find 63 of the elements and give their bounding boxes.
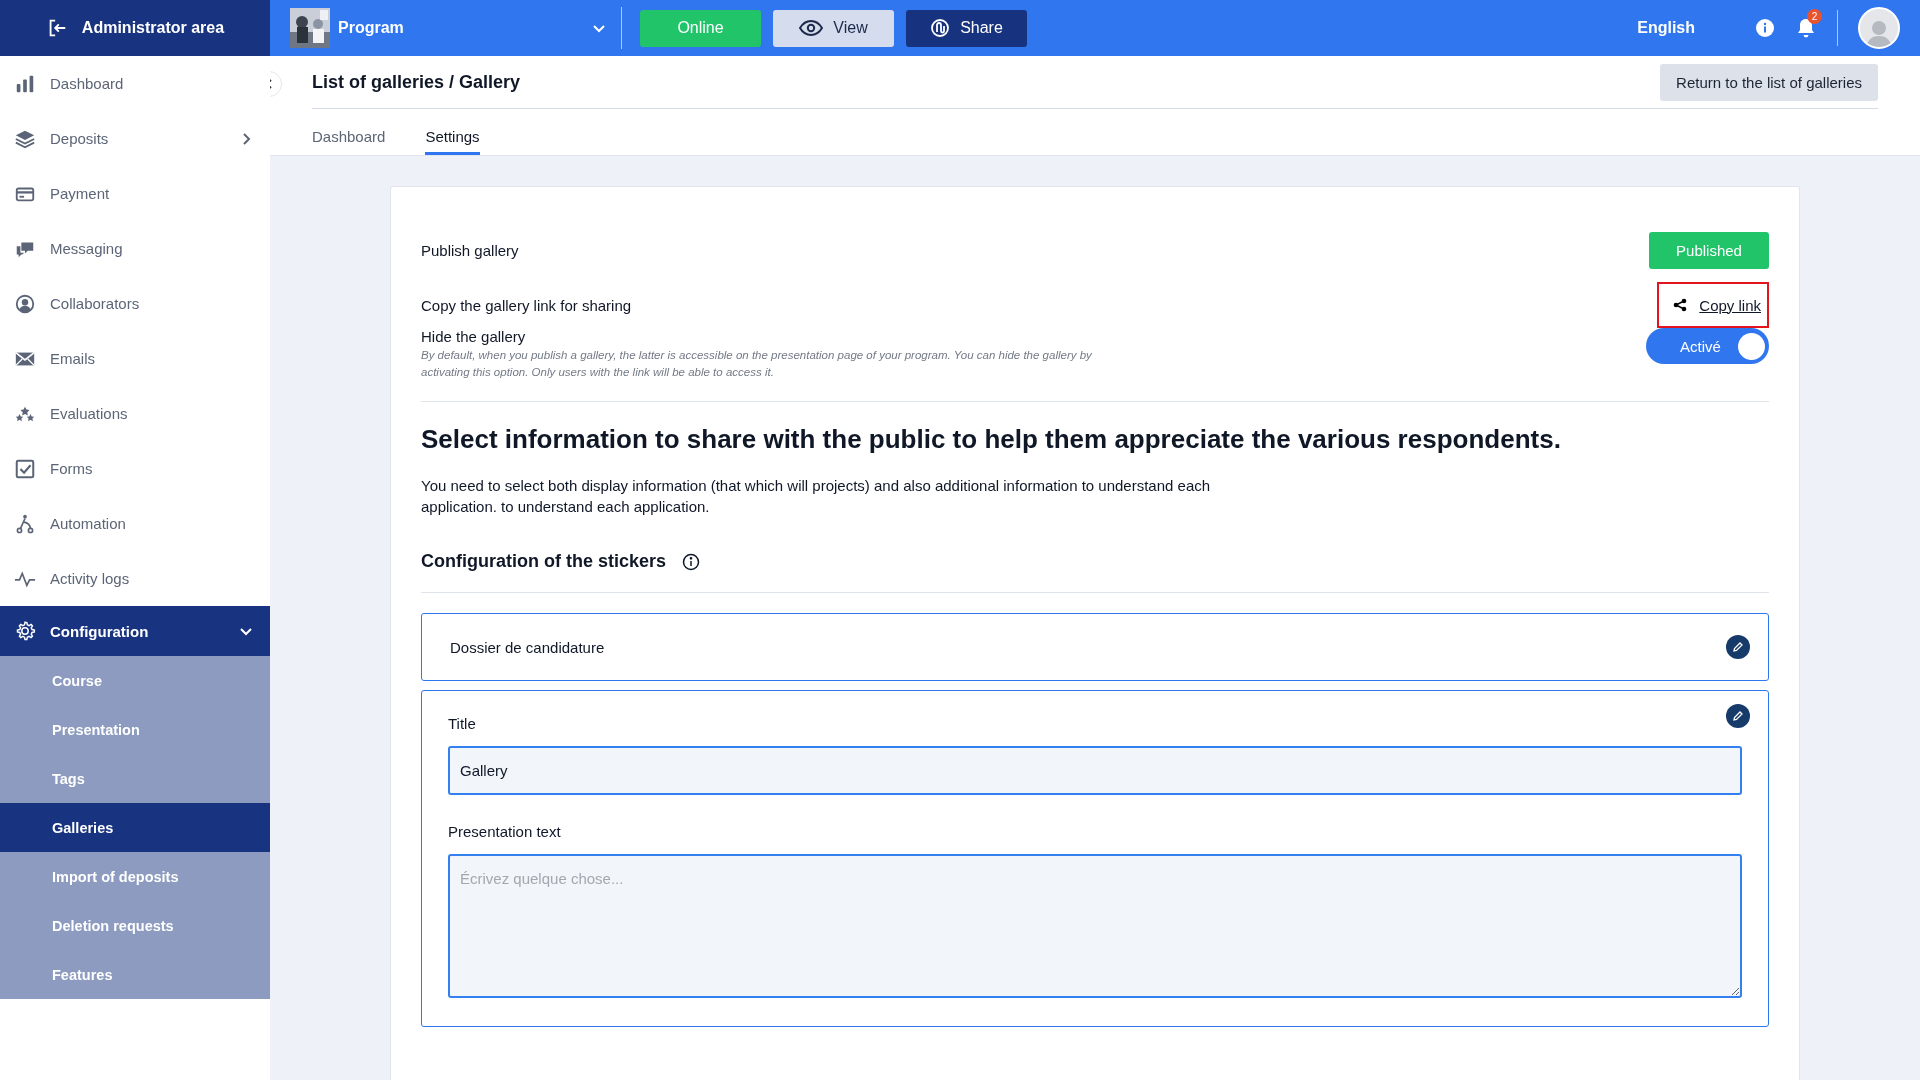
program-selector[interactable]: Program <box>270 7 622 49</box>
tab[interactable]: Dashboard <box>312 109 386 155</box>
text-area-field[interactable]: Écrivez quelque chose... <box>448 854 1742 998</box>
toggle-switch[interactable]: Activé <box>1646 328 1769 364</box>
sidebar-label: Activity logs <box>50 570 131 587</box>
sidebar-item[interactable]: Configuration <box>0 606 270 656</box>
sidebar-label: Payment <box>50 185 111 202</box>
sidebar-item[interactable]: Dashboard <box>0 56 270 111</box>
sidebar-label: Deposits <box>50 130 110 147</box>
subsection-heading: Configuration of the stickers <box>421 551 667 572</box>
admin-area-label: Administrator area <box>81 19 225 37</box>
sidebar-label: Forms <box>50 460 94 477</box>
tab[interactable]: Settings <box>425 109 480 155</box>
field-label: Title <box>448 715 477 732</box>
setting-label: Publish gallery <box>421 242 519 259</box>
avatar[interactable] <box>1858 7 1900 49</box>
sidebar-item[interactable]: Emails <box>0 331 270 386</box>
copy-link[interactable]: Copy link <box>1699 296 1761 314</box>
section-heading: Select information to share with the public to help them appreciate the various respondents. <box>421 424 1562 455</box>
info-icon[interactable] <box>682 552 701 571</box>
sidebar-label: Configuration <box>50 622 150 640</box>
sidebar-item[interactable]: Payment <box>0 166 270 221</box>
setting-label: Copy the gallery link for sharing <box>421 296 632 314</box>
sidebar-item[interactable]: Activity logs <box>0 551 270 606</box>
share-icon <box>930 18 951 38</box>
setting-label: Hide the gallery <box>421 328 527 345</box>
eye-icon <box>799 19 824 37</box>
user-circle-icon <box>14 292 36 315</box>
sidebar-label: Messaging <box>50 240 124 257</box>
language-selector[interactable]: English <box>1637 19 1695 37</box>
notification-badge: 2 <box>1807 9 1822 24</box>
sidebar-item[interactable]: Forms <box>0 441 270 496</box>
title-input-field[interactable]: Gallery <box>448 746 1742 795</box>
sidebar-item[interactable]: Automation <box>0 496 270 551</box>
bell-icon[interactable] <box>1797 18 1815 38</box>
sidebar-item[interactable]: Deposits <box>0 111 270 166</box>
sidebar-label: Collaborators <box>50 295 141 312</box>
page-title: List of galleries / Gallery <box>312 71 521 93</box>
share-icon <box>1673 298 1688 312</box>
sidebar-label: Automation <box>50 515 127 532</box>
sidebar-item[interactable]: Messaging <box>0 221 270 276</box>
sidebar-label: Dashboard <box>50 75 125 92</box>
settings-icon <box>14 620 36 642</box>
share-button[interactable]: Share <box>906 9 1027 47</box>
sidebar-label: Evaluations <box>50 405 129 422</box>
sidebar-label: Emails <box>50 350 96 367</box>
admin-area-bar[interactable]: Administrator area <box>0 0 270 56</box>
edit-button[interactable] <box>1726 704 1750 728</box>
sidebar-item[interactable]: Collaborators <box>0 276 270 331</box>
program-name: Program <box>338 19 405 37</box>
sidebar-item[interactable]: Evaluations <box>0 386 270 441</box>
nodes-icon <box>14 512 36 535</box>
view-button[interactable]: View <box>773 9 894 47</box>
field-label: Presentation text <box>448 823 562 840</box>
submenu-item[interactable]: Galleries <box>0 803 270 852</box>
edit-button[interactable] <box>1726 635 1750 659</box>
sticker-title: Dossier de candidature <box>450 638 605 656</box>
intro-text: You need to select both display information (that which will projects) and also additional information to understand each application. to understand each application. <box>421 476 1212 517</box>
setting-description: By default, when you publish a gallery, the latter is accessible on the presentation page of your program. You can hide the gallery by activating this option. Only users with the link will be able to access it. <box>421 348 1093 380</box>
pencil-icon <box>1732 710 1744 722</box>
return-button[interactable]: Return to the list of galleries <box>1660 63 1878 101</box>
checkbox-icon <box>14 457 36 480</box>
pencil-icon <box>1732 641 1744 653</box>
